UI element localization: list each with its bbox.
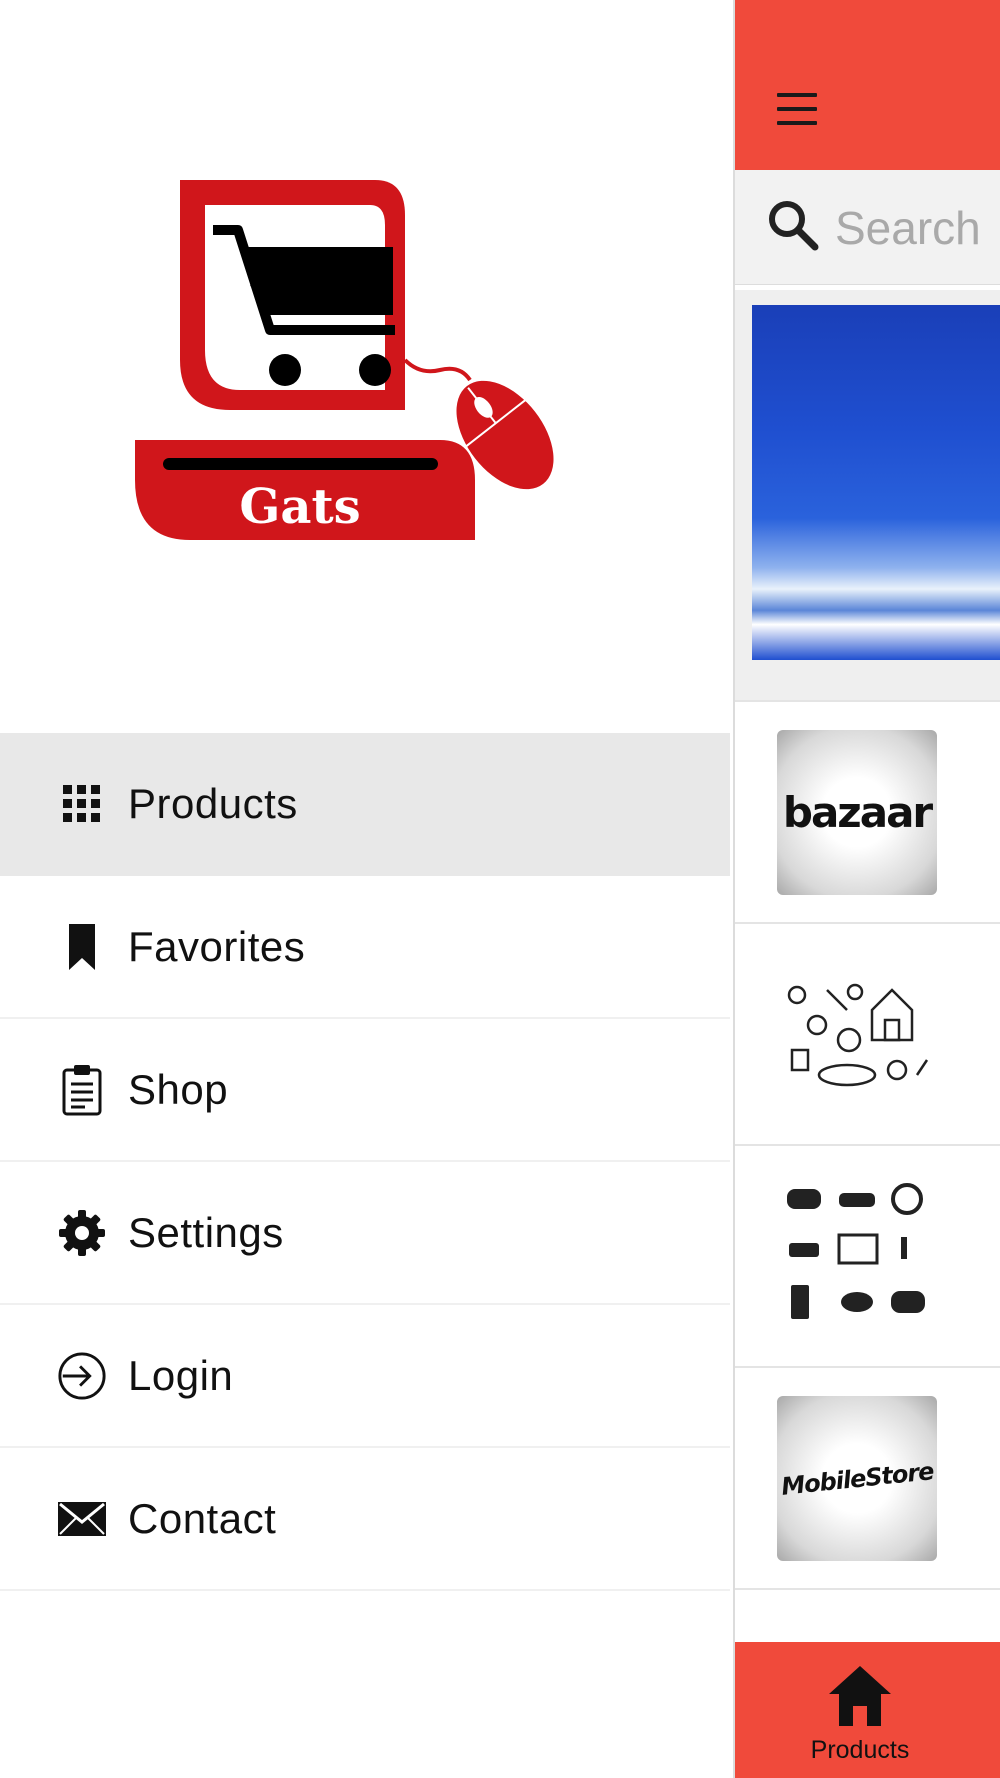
menu-item-contact[interactable]: Contact — [0, 1448, 730, 1591]
clipboard-icon — [57, 1064, 107, 1115]
bookmark-icon — [57, 922, 107, 972]
gats-logo: Gats — [135, 180, 554, 540]
thumbnail-text: bazaar — [782, 788, 933, 837]
home-icon — [829, 1666, 891, 1726]
list-item[interactable]: bazaar — [735, 700, 1000, 922]
menu-item-settings[interactable]: Settings — [0, 1162, 730, 1305]
search-icon — [769, 201, 819, 251]
mail-icon — [57, 1494, 107, 1544]
store-thumbnail: bazaar — [777, 730, 937, 895]
menu-item-login[interactable]: Login — [0, 1305, 730, 1448]
pet-supplies-icon — [777, 952, 937, 1117]
logo-text: Gats — [239, 479, 360, 535]
app-screen[interactable]: bazaar — [733, 0, 1000, 1778]
search-input[interactable] — [835, 200, 1000, 256]
menu-item-favorites[interactable]: Favorites — [0, 876, 730, 1019]
thumbnail-text: MobileStore — [779, 1456, 935, 1501]
game-controllers-icon — [777, 1174, 937, 1339]
tab-label: Products — [810, 1736, 910, 1764]
menu-item-label: Login — [128, 1351, 234, 1399]
menu-item-label: Settings — [128, 1208, 284, 1256]
list-item[interactable]: MobileStore — [735, 1366, 1000, 1588]
grid-icon — [57, 779, 107, 829]
drawer-menu: Products Favorites Shop Settings Login C… — [0, 733, 730, 1591]
menu-item-label: Favorites — [128, 922, 306, 970]
list-item[interactable] — [735, 1144, 1000, 1366]
menu-item-label: Shop — [128, 1065, 229, 1113]
store-thumbnail: MobileStore — [777, 1396, 937, 1561]
list-item[interactable] — [735, 922, 1000, 1144]
gear-icon — [57, 1208, 107, 1258]
menu-item-shop[interactable]: Shop — [0, 1019, 730, 1162]
menu-item-label: Products — [128, 779, 298, 827]
nav-drawer: Gats Products Favorites Shop Settings Lo… — [0, 0, 730, 1778]
tab-products[interactable]: Products — [735, 1642, 1000, 1778]
drawer-header: Gats — [0, 0, 730, 733]
search-bar — [735, 170, 1000, 285]
menu-item-products[interactable]: Products — [0, 733, 730, 876]
banner-image[interactable] — [752, 305, 1000, 660]
login-icon — [57, 1351, 107, 1401]
hamburger-menu-icon[interactable] — [777, 93, 817, 127]
menu-item-label: Contact — [128, 1494, 277, 1542]
screen: Gats Products Favorites Shop Settings Lo… — [0, 0, 1000, 1778]
app-header — [735, 0, 1000, 170]
